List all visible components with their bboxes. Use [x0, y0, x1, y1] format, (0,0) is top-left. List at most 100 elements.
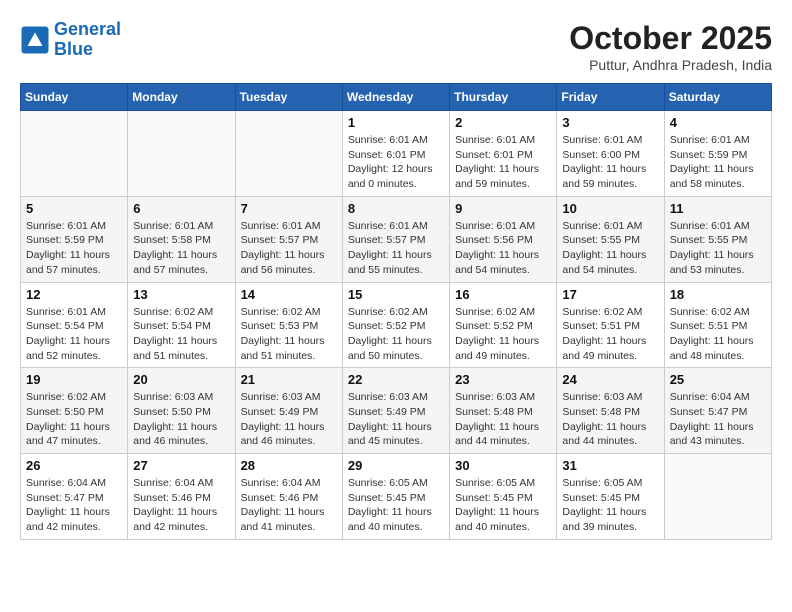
day-info: Sunrise: 6:04 AM Sunset: 5:47 PM Dayligh… [26, 476, 122, 535]
calendar-cell: 18 Sunrise: 6:02 AM Sunset: 5:51 PM Dayli… [664, 282, 771, 368]
calendar-cell: 24Sunrise: 6:03 AM Sunset: 5:48 PM Dayli… [557, 368, 664, 454]
day-info: Sunrise: 6:04 AM Sunset: 5:46 PM Dayligh… [133, 476, 229, 535]
calendar-cell: 9 Sunrise: 6:01 AM Sunset: 5:56 PM Daylig… [450, 196, 557, 282]
weekday-header-tuesday: Tuesday [235, 84, 342, 111]
day-info: Sunrise: 6:01 AM Sunset: 6:00 PM Dayligh… [562, 133, 658, 192]
day-info: Sunrise: 6:01 AM Sunset: 6:01 PM Dayligh… [348, 133, 444, 192]
day-info: Sunrise: 6:05 AM Sunset: 5:45 PM Dayligh… [348, 476, 444, 535]
day-number: 6 [133, 201, 229, 216]
day-number: 22 [348, 372, 444, 387]
weekday-header-sunday: Sunday [21, 84, 128, 111]
day-info: Sunrise: 6:02 AM Sunset: 5:51 PM Dayligh… [562, 305, 658, 364]
calendar-cell: 3Sunrise: 6:01 AM Sunset: 6:00 PM Daylig… [557, 111, 664, 197]
day-info: Sunrise: 6:02 AM Sunset: 5:52 PM Dayligh… [455, 305, 551, 364]
calendar-cell: 13 Sunrise: 6:02 AM Sunset: 5:54 PM Dayli… [128, 282, 235, 368]
day-info: Sunrise: 6:03 AM Sunset: 5:48 PM Dayligh… [562, 390, 658, 449]
calendar-cell: 16 Sunrise: 6:02 AM Sunset: 5:52 PM Dayli… [450, 282, 557, 368]
calendar-cell: 25 Sunrise: 6:04 AM Sunset: 5:47 PM Dayli… [664, 368, 771, 454]
calendar-cell: 14Sunrise: 6:02 AM Sunset: 5:53 PM Dayli… [235, 282, 342, 368]
day-number: 13 [133, 287, 229, 302]
calendar-cell: 31 Sunrise: 6:05 AM Sunset: 5:45 PM Dayli… [557, 454, 664, 540]
calendar-week-4: 19Sunrise: 6:02 AM Sunset: 5:50 PM Dayli… [21, 368, 772, 454]
day-number: 9 [455, 201, 551, 216]
day-info: Sunrise: 6:05 AM Sunset: 5:45 PM Dayligh… [455, 476, 551, 535]
calendar-cell: 29Sunrise: 6:05 AM Sunset: 5:45 PM Dayli… [342, 454, 449, 540]
calendar-week-1: 1Sunrise: 6:01 AM Sunset: 6:01 PM Daylig… [21, 111, 772, 197]
day-number: 28 [241, 458, 337, 473]
day-info: Sunrise: 6:03 AM Sunset: 5:48 PM Dayligh… [455, 390, 551, 449]
calendar-cell: 1Sunrise: 6:01 AM Sunset: 6:01 PM Daylig… [342, 111, 449, 197]
day-info: Sunrise: 6:05 AM Sunset: 5:45 PM Dayligh… [562, 476, 658, 535]
day-info: Sunrise: 6:01 AM Sunset: 5:55 PM Dayligh… [562, 219, 658, 278]
day-number: 2 [455, 115, 551, 130]
calendar-cell: 5 Sunrise: 6:01 AM Sunset: 5:59 PM Daylig… [21, 196, 128, 282]
weekday-header-monday: Monday [128, 84, 235, 111]
calendar-table: SundayMondayTuesdayWednesdayThursdayFrid… [20, 83, 772, 540]
calendar-cell: 2 Sunrise: 6:01 AM Sunset: 6:01 PM Daylig… [450, 111, 557, 197]
location-subtitle: Puttur, Andhra Pradesh, India [569, 57, 772, 73]
calendar-cell: 15 Sunrise: 6:02 AM Sunset: 5:52 PM Dayli… [342, 282, 449, 368]
logo-text: General Blue [54, 20, 121, 60]
calendar-cell: 19Sunrise: 6:02 AM Sunset: 5:50 PM Dayli… [21, 368, 128, 454]
day-number: 4 [670, 115, 766, 130]
calendar-cell: 21 Sunrise: 6:03 AM Sunset: 5:49 PM Dayli… [235, 368, 342, 454]
day-info: Sunrise: 6:03 AM Sunset: 5:49 PM Dayligh… [348, 390, 444, 449]
day-info: Sunrise: 6:04 AM Sunset: 5:47 PM Dayligh… [670, 390, 766, 449]
month-title: October 2025 [569, 20, 772, 57]
day-number: 12 [26, 287, 122, 302]
day-info: Sunrise: 6:02 AM Sunset: 5:51 PM Dayligh… [670, 305, 766, 364]
calendar-cell [235, 111, 342, 197]
weekday-header-friday: Friday [557, 84, 664, 111]
day-number: 21 [241, 372, 337, 387]
day-info: Sunrise: 6:01 AM Sunset: 5:59 PM Dayligh… [26, 219, 122, 278]
calendar-cell: 8 Sunrise: 6:01 AM Sunset: 5:57 PM Daylig… [342, 196, 449, 282]
day-number: 18 [670, 287, 766, 302]
day-info: Sunrise: 6:01 AM Sunset: 5:55 PM Dayligh… [670, 219, 766, 278]
calendar-cell: 22 Sunrise: 6:03 AM Sunset: 5:49 PM Dayli… [342, 368, 449, 454]
day-info: Sunrise: 6:01 AM Sunset: 5:58 PM Dayligh… [133, 219, 229, 278]
day-number: 25 [670, 372, 766, 387]
day-info: Sunrise: 6:02 AM Sunset: 5:50 PM Dayligh… [26, 390, 122, 449]
calendar-cell: 10Sunrise: 6:01 AM Sunset: 5:55 PM Dayli… [557, 196, 664, 282]
day-number: 30 [455, 458, 551, 473]
day-info: Sunrise: 6:03 AM Sunset: 5:49 PM Dayligh… [241, 390, 337, 449]
day-number: 26 [26, 458, 122, 473]
day-info: Sunrise: 6:01 AM Sunset: 5:54 PM Dayligh… [26, 305, 122, 364]
calendar-week-5: 26 Sunrise: 6:04 AM Sunset: 5:47 PM Dayli… [21, 454, 772, 540]
day-info: Sunrise: 6:01 AM Sunset: 6:01 PM Dayligh… [455, 133, 551, 192]
calendar-cell [128, 111, 235, 197]
logo: General Blue [20, 20, 121, 60]
day-number: 31 [562, 458, 658, 473]
calendar-cell: 12 Sunrise: 6:01 AM Sunset: 5:54 PM Dayli… [21, 282, 128, 368]
day-number: 5 [26, 201, 122, 216]
day-number: 16 [455, 287, 551, 302]
calendar-week-3: 12 Sunrise: 6:01 AM Sunset: 5:54 PM Dayli… [21, 282, 772, 368]
weekday-header-thursday: Thursday [450, 84, 557, 111]
day-info: Sunrise: 6:04 AM Sunset: 5:46 PM Dayligh… [241, 476, 337, 535]
calendar-cell: 30 Sunrise: 6:05 AM Sunset: 5:45 PM Dayli… [450, 454, 557, 540]
title-block: October 2025 Puttur, Andhra Pradesh, Ind… [569, 20, 772, 73]
day-info: Sunrise: 6:01 AM Sunset: 5:56 PM Dayligh… [455, 219, 551, 278]
day-number: 23 [455, 372, 551, 387]
day-info: Sunrise: 6:01 AM Sunset: 5:59 PM Dayligh… [670, 133, 766, 192]
day-info: Sunrise: 6:02 AM Sunset: 5:52 PM Dayligh… [348, 305, 444, 364]
day-number: 11 [670, 201, 766, 216]
weekday-header-wednesday: Wednesday [342, 84, 449, 111]
day-number: 20 [133, 372, 229, 387]
calendar-week-2: 5 Sunrise: 6:01 AM Sunset: 5:59 PM Daylig… [21, 196, 772, 282]
logo-icon [20, 25, 50, 55]
calendar-cell: 17 Sunrise: 6:02 AM Sunset: 5:51 PM Dayli… [557, 282, 664, 368]
calendar-cell: 23 Sunrise: 6:03 AM Sunset: 5:48 PM Dayli… [450, 368, 557, 454]
calendar-cell: 26 Sunrise: 6:04 AM Sunset: 5:47 PM Dayli… [21, 454, 128, 540]
day-number: 27 [133, 458, 229, 473]
day-info: Sunrise: 6:01 AM Sunset: 5:57 PM Dayligh… [241, 219, 337, 278]
day-number: 15 [348, 287, 444, 302]
day-info: Sunrise: 6:01 AM Sunset: 5:57 PM Dayligh… [348, 219, 444, 278]
day-number: 7 [241, 201, 337, 216]
calendar-header-row: SundayMondayTuesdayWednesdayThursdayFrid… [21, 84, 772, 111]
logo-line1: General [54, 19, 121, 39]
day-info: Sunrise: 6:02 AM Sunset: 5:54 PM Dayligh… [133, 305, 229, 364]
weekday-header-saturday: Saturday [664, 84, 771, 111]
day-number: 17 [562, 287, 658, 302]
day-number: 8 [348, 201, 444, 216]
